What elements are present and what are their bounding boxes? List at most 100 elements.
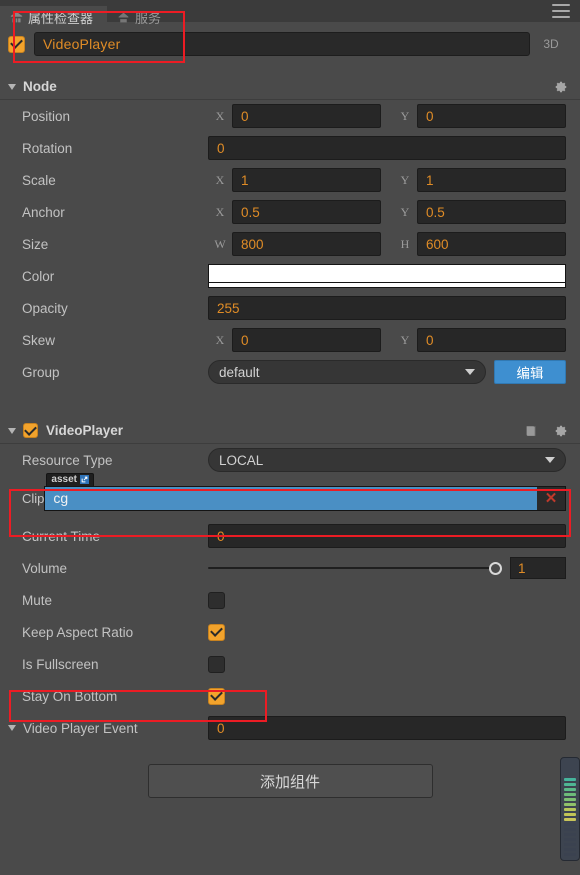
color-swatch[interactable] xyxy=(208,264,566,283)
add-component-button[interactable]: 添加组件 xyxy=(147,764,433,798)
audio-level-segment xyxy=(564,778,576,781)
videoplayer-enabled-checkbox[interactable] xyxy=(23,423,38,438)
group-dropdown[interactable]: default xyxy=(208,360,486,384)
property-row-opacity: Opacity 255 xyxy=(0,292,580,324)
skew-y-input[interactable]: 0 xyxy=(417,328,566,352)
size-width-input[interactable]: 800 xyxy=(232,232,381,256)
mute-checkbox[interactable] xyxy=(208,591,225,609)
node-section: Node Position X 0 Y 0 Rotation 0 Scale X… xyxy=(0,74,580,388)
video-player-event-label: Video Player Event xyxy=(23,720,138,736)
volume-slider[interactable] xyxy=(208,556,502,580)
current-time-input[interactable]: 0 xyxy=(208,524,566,548)
axis-label-h: H xyxy=(400,236,410,251)
audio-level-segment xyxy=(564,788,576,791)
position-x-input[interactable]: 0 xyxy=(232,104,381,128)
scale-y-input[interactable]: 1 xyxy=(417,168,566,192)
axis-label-y: Y xyxy=(400,332,410,347)
volume-slider-knob[interactable] xyxy=(489,561,502,575)
property-row-stay-on-bottom: Stay On Bottom xyxy=(0,680,580,712)
anchor-y-input[interactable]: 0.5 xyxy=(417,200,566,224)
audio-level-segment xyxy=(564,853,576,856)
gear-icon[interactable] xyxy=(554,424,568,438)
properties-inspector-panel: 属性检查器 服务 VideoPlayer 3D Node Position X … xyxy=(0,0,580,875)
node-name-row: VideoPlayer 3D xyxy=(0,30,580,58)
current-time-value: 0 xyxy=(217,528,225,544)
audio-level-segment xyxy=(564,828,576,831)
group-edit-button[interactable]: 编辑 xyxy=(494,360,566,384)
chevron-down-icon[interactable] xyxy=(8,725,16,731)
chevron-down-icon[interactable] xyxy=(8,427,16,434)
scale-y-value: 1 xyxy=(426,172,434,188)
tab-services[interactable]: 服务 xyxy=(107,6,175,28)
stay-on-bottom-checkbox[interactable] xyxy=(208,687,225,705)
gear-icon[interactable] xyxy=(554,80,568,94)
color-swatch-picker[interactable] xyxy=(208,264,566,288)
clip-asset-value[interactable]: cg xyxy=(45,486,537,510)
color-alpha-bar xyxy=(208,283,566,288)
resource-type-value: LOCAL xyxy=(219,452,264,468)
rotation-input[interactable]: 0 xyxy=(208,136,566,160)
audio-level-segment xyxy=(564,793,576,796)
asset-type-tag: asset xyxy=(46,472,94,486)
skew-x-input[interactable]: 0 xyxy=(232,328,381,352)
node-name-value: VideoPlayer xyxy=(43,36,121,52)
property-row-skew: Skew X 0 Y 0 xyxy=(0,324,580,356)
rotation-value: 0 xyxy=(217,140,225,156)
clip-clear-icon[interactable]: ✕ xyxy=(537,486,565,510)
chevron-down-icon[interactable] xyxy=(8,83,16,90)
position-y-input[interactable]: 0 xyxy=(417,104,566,128)
audio-level-meter xyxy=(560,757,580,861)
chevron-down-icon xyxy=(545,457,555,463)
property-row-keep-aspect-ratio: Keep Aspect Ratio xyxy=(0,616,580,648)
property-row-video-player-event: Video Player Event 0 xyxy=(0,712,580,744)
property-label-size: Size xyxy=(22,236,49,252)
node-section-header[interactable]: Node xyxy=(0,74,580,100)
property-label-resource-type: Resource Type xyxy=(22,452,113,468)
anchor-y-value: 0.5 xyxy=(426,204,445,220)
node-name-input[interactable]: VideoPlayer xyxy=(34,32,530,56)
property-label-clip: Clip xyxy=(22,490,45,506)
size-height-input[interactable]: 600 xyxy=(417,232,566,256)
video-player-event-header[interactable]: Video Player Event xyxy=(8,721,208,736)
node-3d-toggle[interactable]: 3D xyxy=(530,37,572,51)
axis-label-w: W xyxy=(214,236,226,251)
videoplayer-component-section: VideoPlayer Resource Type LOCAL Clip ass… xyxy=(0,418,580,798)
axis-label-x: X xyxy=(215,108,225,123)
property-row-position: Position X 0 Y 0 xyxy=(0,100,580,132)
property-label-anchor: Anchor xyxy=(22,204,65,220)
audio-level-segment xyxy=(564,823,576,826)
chevron-down-icon xyxy=(465,369,475,375)
group-dropdown-value: default xyxy=(219,364,260,380)
property-label-color: Color xyxy=(22,268,55,284)
book-icon[interactable] xyxy=(524,424,538,438)
property-row-is-fullscreen: Is Fullscreen xyxy=(0,648,580,680)
axis-label-x: X xyxy=(215,332,225,347)
audio-level-segment xyxy=(564,843,576,846)
volume-input[interactable]: 1 xyxy=(510,557,566,579)
property-label-scale: Scale xyxy=(22,172,56,188)
resource-type-dropdown[interactable]: LOCAL xyxy=(208,448,566,472)
axis-label-y: Y xyxy=(400,172,410,187)
size-height-value: 600 xyxy=(426,236,449,252)
hamburger-menu-icon[interactable] xyxy=(552,4,570,18)
property-label-rotation: Rotation xyxy=(22,140,73,156)
external-link-icon[interactable] xyxy=(79,475,89,484)
property-row-mute: Mute xyxy=(0,584,580,616)
property-row-color: Color xyxy=(0,260,580,292)
audio-level-segment xyxy=(564,803,576,806)
keep-aspect-ratio-checkbox[interactable] xyxy=(208,623,225,641)
is-fullscreen-checkbox[interactable] xyxy=(208,655,225,673)
tab-properties-inspector[interactable]: 属性检查器 xyxy=(0,6,108,28)
node-enabled-checkbox[interactable] xyxy=(8,35,25,53)
property-label-opacity: Opacity xyxy=(22,300,68,316)
add-component-area: 添加组件 xyxy=(0,744,580,798)
clip-asset-field[interactable]: cg ✕ xyxy=(44,485,566,511)
anchor-x-input[interactable]: 0.5 xyxy=(232,200,381,224)
scale-x-input[interactable]: 1 xyxy=(232,168,381,192)
property-row-scale: Scale X 1 Y 1 xyxy=(0,164,580,196)
position-y-value: 0 xyxy=(426,108,434,124)
opacity-input[interactable]: 255 xyxy=(208,296,566,320)
video-player-event-input[interactable]: 0 xyxy=(208,716,566,740)
videoplayer-section-header[interactable]: VideoPlayer xyxy=(0,418,580,444)
property-label-mute: Mute xyxy=(22,592,53,608)
